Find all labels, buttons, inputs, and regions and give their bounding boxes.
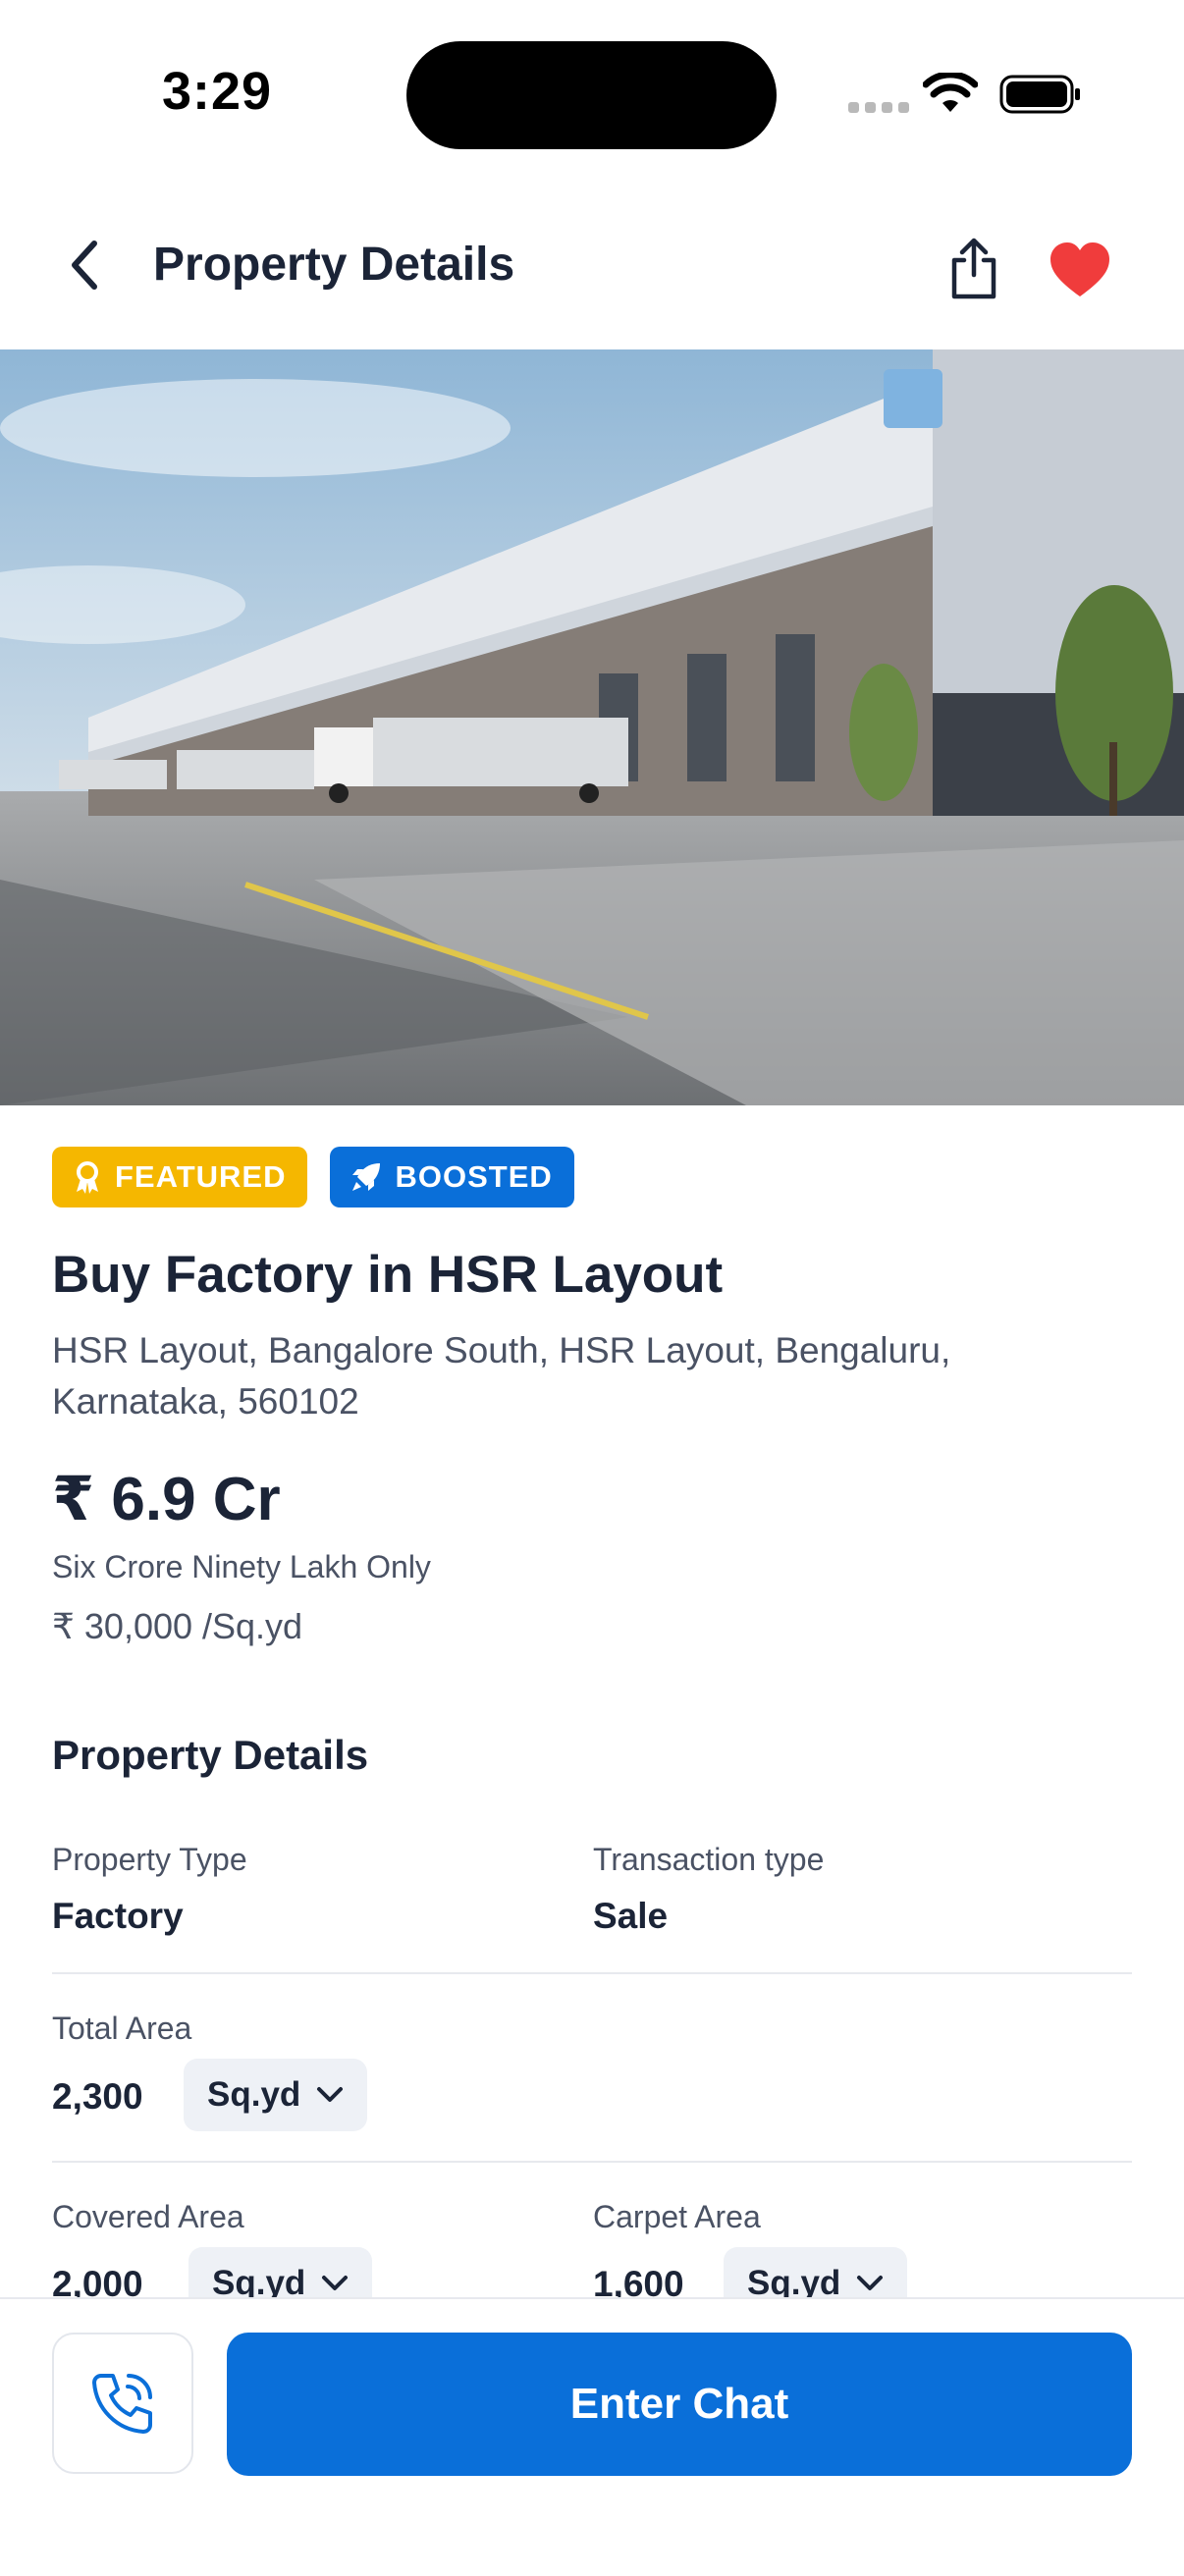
status-time: 3:29 <box>162 62 273 121</box>
property-price: ₹ 6.9 Cr <box>52 1466 281 1533</box>
favorite-button[interactable] <box>1049 242 1111 298</box>
property-type-label: Property Type <box>52 1842 247 1877</box>
share-icon <box>951 238 996 299</box>
featured-badge: FEATURED <box>52 1147 308 1208</box>
carpet-area-label: Carpet Area <box>593 2199 761 2234</box>
divider <box>52 1972 1132 1974</box>
cellular-signal-icon <box>848 102 909 113</box>
share-button[interactable] <box>944 236 1003 300</box>
heart-icon <box>1050 242 1109 296</box>
boosted-badge: BOOSTED <box>330 1147 574 1208</box>
back-button[interactable] <box>57 236 116 295</box>
app-header: Property Details <box>0 187 1184 349</box>
status-bar: 3:29 <box>0 0 1184 187</box>
chevron-down-icon <box>857 2276 884 2290</box>
total-area-unit-select[interactable]: Sq.yd <box>184 2059 368 2131</box>
badges: FEATURED BOOSTED <box>52 1147 574 1208</box>
price-in-words: Six Crore Ninety Lakh Only <box>52 1549 431 1584</box>
covered-area-label: Covered Area <box>52 2199 244 2234</box>
property-address: HSR Layout, Bangalore South, HSR Layout,… <box>52 1330 951 1422</box>
warehouse-photo <box>0 349 1184 1105</box>
total-area-label: Total Area <box>52 2011 192 2046</box>
enter-chat-button[interactable]: Enter Chat <box>227 2333 1132 2476</box>
property-type-value: Factory <box>52 1896 184 1936</box>
rocket-icon <box>352 1163 381 1191</box>
call-button[interactable] <box>52 2333 193 2474</box>
price-per-unit: ₹ 30,000 /Sq.yd <box>52 1606 303 1646</box>
bottom-action-bar: Enter Chat <box>0 2297 1184 2576</box>
chevron-down-icon <box>322 2276 349 2290</box>
transaction-type-label: Transaction type <box>593 1842 825 1877</box>
phone-icon <box>92 2374 152 2434</box>
battery-icon <box>999 75 1080 114</box>
back-chevron-icon <box>72 241 97 290</box>
divider <box>52 2161 1132 2163</box>
property-image[interactable] <box>0 349 1184 1105</box>
transaction-type-value: Sale <box>593 1896 669 1936</box>
total-area-value: 2,300 <box>52 2076 143 2117</box>
unit-label: Sq.yd <box>207 2075 301 2114</box>
boosted-label: BOOSTED <box>395 1159 553 1194</box>
featured-label: FEATURED <box>115 1159 287 1194</box>
wifi-icon <box>923 73 978 112</box>
chevron-down-icon <box>317 2087 344 2102</box>
dynamic-island <box>406 41 777 149</box>
property-title: Buy Factory in HSR Layout <box>52 1246 724 1304</box>
award-icon <box>77 1161 98 1194</box>
details-section-title: Property Details <box>52 1732 369 1778</box>
page-title: Property Details <box>153 239 515 291</box>
